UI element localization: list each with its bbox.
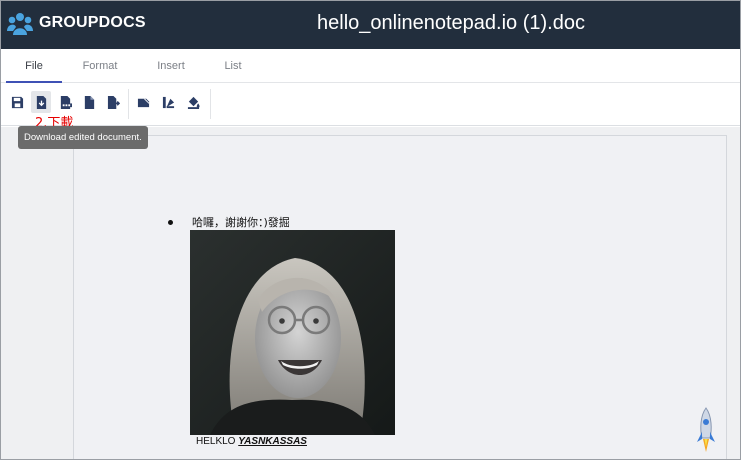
app-header: GROUPDOCS hello_onlinenotepad.io (1).doc: [1, 1, 740, 49]
tab-list[interactable]: List: [211, 49, 255, 83]
list-item: 哈囉，謝謝你：)發掘: [168, 214, 290, 230]
document-viewport[interactable]: 哈囉，謝謝你：)發掘 HELKLO YASNKASSAS: [1, 127, 740, 459]
download-button[interactable]: [31, 91, 51, 113]
tooltip: Download edited document.: [18, 126, 148, 149]
new-document-button[interactable]: [79, 91, 99, 113]
menu-tabs: File Format Insert List: [1, 49, 740, 83]
file-icon: [84, 95, 94, 109]
pdf-file-icon: [60, 95, 72, 109]
toolbar-divider: [128, 89, 129, 119]
caption-text: HELKLO: [196, 436, 239, 447]
toolbar: [1, 83, 740, 126]
save-button[interactable]: [7, 91, 27, 113]
document-page[interactable]: 哈囉，謝謝你：)發掘 HELKLO YASNKASSAS: [73, 135, 727, 459]
image-caption: HELKLO YASNKASSAS: [196, 436, 307, 447]
highlight-icon: [137, 97, 149, 107]
list-item-text: 哈囉，謝謝你：)發掘: [192, 216, 290, 229]
portrait-image[interactable]: [190, 230, 395, 435]
tab-insert[interactable]: Insert: [143, 49, 199, 83]
toolbar-divider: [210, 89, 211, 119]
export-button[interactable]: [103, 91, 123, 113]
document-title: hello_onlinenotepad.io (1).doc: [317, 12, 585, 34]
export-icon: [107, 95, 120, 109]
paint-format-button[interactable]: [158, 91, 178, 113]
export-pdf-button[interactable]: [55, 91, 75, 113]
portrait-photo: [190, 230, 395, 435]
bullet-icon: [168, 219, 173, 225]
fill-color-icon: [187, 96, 200, 109]
tab-format[interactable]: Format: [71, 49, 129, 83]
brand-name: GROUPDOCS: [39, 14, 146, 31]
highlight-button[interactable]: [133, 91, 153, 113]
rocket-icon[interactable]: [695, 406, 717, 456]
save-icon: [11, 96, 23, 108]
app-window: GROUPDOCS hello_onlinenotepad.io (1).doc…: [0, 0, 741, 460]
paint-format-icon: [162, 96, 174, 108]
groupdocs-logo-icon: [7, 13, 33, 35]
caption-emphasis: YASNKASSAS: [238, 436, 307, 447]
download-icon: [36, 95, 46, 109]
fill-color-button[interactable]: [183, 91, 203, 113]
tab-file[interactable]: File: [6, 49, 62, 83]
